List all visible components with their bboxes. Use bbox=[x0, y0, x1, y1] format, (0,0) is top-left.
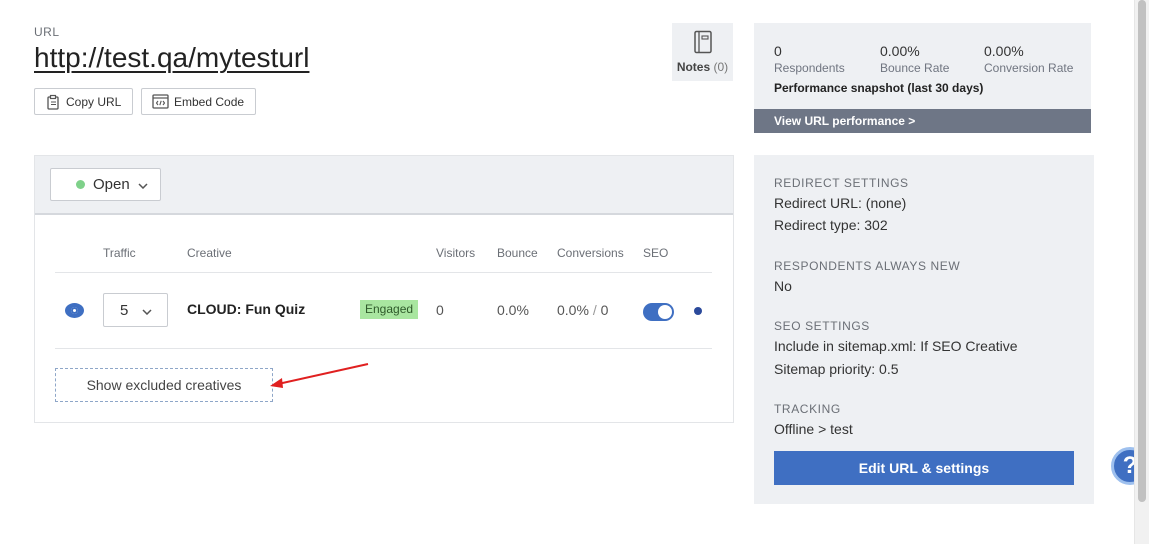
seo-sitemap: Include in sitemap.xml: If SEO Creative bbox=[774, 338, 1018, 354]
header-visitors: Visitors bbox=[436, 246, 476, 260]
header-divider bbox=[55, 272, 712, 273]
notebook-icon bbox=[693, 30, 713, 57]
respondents-heading: RESPONDENTS ALWAYS NEW bbox=[774, 259, 961, 273]
visitors-value: 0 bbox=[436, 302, 444, 318]
copy-url-button[interactable]: Copy URL bbox=[34, 88, 133, 115]
seo-priority: Sitemap priority: 0.5 bbox=[774, 361, 899, 377]
annotation-arrow bbox=[270, 363, 369, 388]
redirect-type: Redirect type: 302 bbox=[774, 217, 888, 233]
respondents-always-new-value: No bbox=[774, 278, 792, 294]
status-dropdown[interactable]: Open bbox=[50, 168, 161, 201]
performance-panel: 0 Respondents 0.00% Bounce Rate 0.00% Co… bbox=[754, 23, 1091, 133]
bounce-label: Bounce Rate bbox=[880, 61, 950, 75]
status-dot-icon bbox=[694, 307, 702, 315]
status-badge: Engaged bbox=[360, 300, 419, 319]
tracking-value: Offline > test bbox=[774, 421, 853, 437]
card-header: Open bbox=[35, 156, 733, 215]
row-divider bbox=[55, 348, 712, 349]
chevron-down-icon bbox=[142, 302, 152, 319]
creatives-card: Open Traffic Creative Visitors Bounce Co… bbox=[34, 155, 734, 423]
embed-code-label: Embed Code bbox=[174, 94, 245, 109]
notes-button[interactable]: Notes (0) bbox=[672, 23, 733, 81]
header-bounce: Bounce bbox=[497, 246, 538, 260]
respondents-value: 0 bbox=[774, 43, 782, 59]
url-label: URL bbox=[34, 25, 60, 39]
conversions-value: 0.0% / 0 bbox=[557, 302, 608, 318]
performance-snapshot-label: Performance snapshot (last 30 days) bbox=[774, 81, 984, 95]
clipboard-icon bbox=[45, 94, 61, 110]
notes-label: Notes (0) bbox=[677, 60, 728, 74]
conversions-rate: 0.0% bbox=[557, 302, 589, 318]
header-seo: SEO bbox=[643, 246, 669, 260]
status-label: Open bbox=[93, 176, 130, 193]
stat-respondents: 0 Respondents bbox=[774, 43, 845, 75]
header-creative: Creative bbox=[187, 246, 232, 260]
notes-count: (0) bbox=[713, 60, 729, 74]
creative-name[interactable]: CLOUD: Fun Quiz bbox=[187, 301, 305, 317]
chevron-down-icon bbox=[138, 176, 148, 193]
redirect-settings-heading: REDIRECT SETTINGS bbox=[774, 176, 909, 190]
scrollbar-thumb[interactable] bbox=[1138, 0, 1146, 502]
seo-toggle[interactable] bbox=[643, 303, 674, 321]
bounce-value: 0.00% bbox=[880, 43, 920, 59]
tracking-heading: TRACKING bbox=[774, 402, 841, 416]
conversion-value: 0.00% bbox=[984, 43, 1024, 59]
traffic-value: 5 bbox=[120, 301, 129, 319]
redirect-url: Redirect URL: (none) bbox=[774, 195, 907, 211]
conversions-count: 0 bbox=[600, 302, 609, 318]
show-excluded-creatives-button[interactable]: Show excluded creatives bbox=[55, 368, 273, 402]
bounce-value: 0.0% bbox=[497, 302, 529, 318]
header-conversions: Conversions bbox=[557, 246, 624, 260]
eye-icon[interactable] bbox=[65, 303, 84, 318]
respondents-label: Respondents bbox=[774, 61, 845, 75]
traffic-select[interactable]: 5 bbox=[103, 293, 168, 327]
status-dot-icon bbox=[76, 180, 85, 189]
scrollbar[interactable] bbox=[1134, 0, 1149, 544]
stat-bounce: 0.00% Bounce Rate bbox=[880, 43, 949, 75]
copy-url-label: Copy URL bbox=[66, 94, 122, 109]
conversion-label: Conversion Rate bbox=[984, 61, 1074, 75]
seo-settings-heading: SEO SETTINGS bbox=[774, 319, 870, 333]
stat-conversion: 0.00% Conversion Rate bbox=[984, 43, 1073, 75]
view-url-performance-link[interactable]: View URL performance > bbox=[754, 109, 1091, 133]
embed-code-icon bbox=[152, 94, 169, 109]
url-title[interactable]: http://test.qa/mytesturl bbox=[34, 42, 309, 74]
conversions-separator: / bbox=[592, 302, 597, 318]
header-traffic: Traffic bbox=[103, 246, 136, 260]
embed-code-button[interactable]: Embed Code bbox=[141, 88, 256, 115]
edit-url-settings-button[interactable]: Edit URL & settings bbox=[774, 451, 1074, 485]
notes-text: Notes bbox=[676, 60, 711, 74]
settings-panel: REDIRECT SETTINGS Redirect URL: (none) R… bbox=[754, 155, 1094, 504]
